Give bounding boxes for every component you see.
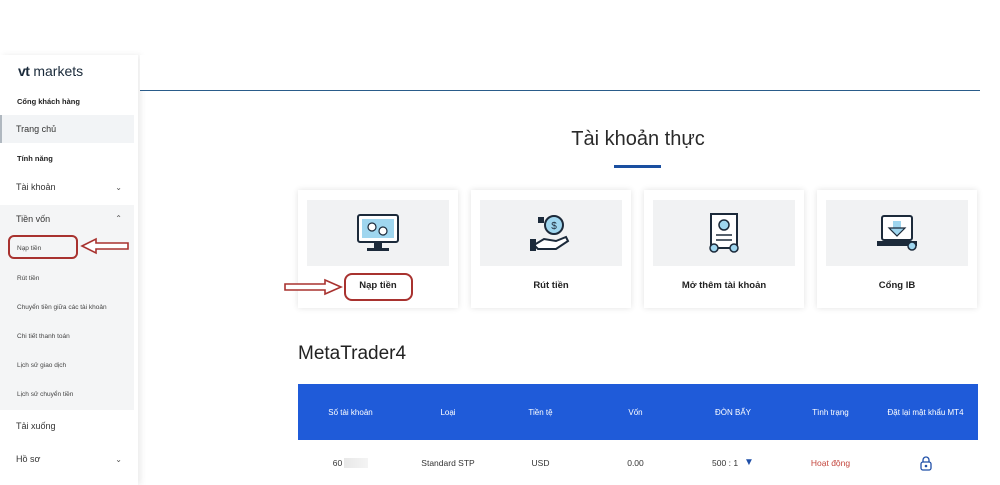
sidebar: vt markets Cổng khách hàng Trang chủ Tín…	[0, 55, 138, 485]
page-title: Tài khoản thực	[571, 128, 705, 150]
column-header[interactable]: Vốn	[588, 384, 683, 440]
chevron-down-icon: ⌄	[115, 182, 122, 192]
card-label: Rút tiền	[533, 280, 569, 291]
sidebar-item-label: Lịch sử giao dịch	[17, 361, 67, 369]
card-withdraw[interactable]: $ Rút tiền	[471, 190, 631, 308]
redacted-value	[344, 457, 369, 468]
sidebar-item-label: Tài khoản	[16, 182, 56, 192]
section-title-portal: Cổng khách hàng	[17, 97, 80, 106]
table-row: 60 Standard STP USD 0.00 500 : 1 ▼ Hoạt đ…	[298, 440, 978, 485]
sidebar-item-downloads[interactable]: Tải xuống	[0, 412, 134, 440]
card-ib-portal[interactable]: Cổng IB	[817, 190, 977, 308]
right-arrow-icon	[284, 278, 343, 296]
leverage-select[interactable]: 500 : 1 ▼	[683, 440, 783, 485]
sidebar-item-label: Tiền vốn	[16, 214, 51, 224]
monitor-deposit-icon	[357, 214, 399, 251]
account-type-cell: Standard STP	[421, 457, 475, 468]
column-header[interactable]: Số tài khoản	[298, 384, 403, 440]
card-open-account[interactable]: Mở thêm tài khoản	[644, 190, 804, 308]
highlight-circle	[344, 273, 413, 301]
sidebar-item-profile[interactable]: Hồ sơ ⌄	[0, 445, 134, 473]
platform-title: MetaTrader4	[298, 343, 407, 364]
vt-markets-logo[interactable]: vt markets	[18, 63, 83, 79]
chevron-up-icon: ⌃	[115, 214, 122, 223]
highlight-circle	[8, 235, 78, 259]
document-open-account-icon	[709, 213, 739, 253]
svg-text:$: $	[551, 221, 557, 232]
sidebar-item-transfer-history[interactable]: Lịch sử chuyển tiền	[0, 381, 134, 407]
card-icon-area	[653, 200, 795, 266]
left-arrow-icon	[80, 237, 129, 255]
sidebar-item-trade-history[interactable]: Lịch sử giao dịch	[0, 352, 134, 378]
status-cell: Hoạt động	[810, 457, 851, 468]
section-title-features: Tính năng	[17, 154, 53, 163]
sidebar-item-label: Tải xuống	[16, 421, 56, 431]
sidebar-item-label: Hồ sơ	[16, 454, 41, 464]
sidebar-item-account[interactable]: Tài khoản ⌄	[0, 173, 134, 201]
card-label: Mở thêm tài khoản	[681, 280, 767, 291]
title-underline	[614, 165, 661, 168]
sidebar-item-label: Chi tiết thanh toán	[17, 332, 70, 340]
reset-password-cell	[883, 440, 968, 485]
column-header[interactable]: Đặt lại mật khẩu MT4	[883, 384, 968, 440]
card-label: Cổng IB	[878, 280, 916, 291]
card-icon-area	[307, 200, 449, 266]
column-header[interactable]: Loại	[403, 384, 493, 440]
sidebar-item-withdraw[interactable]: Rút tiền	[0, 265, 134, 291]
card-icon-area: $	[480, 200, 622, 266]
sidebar-item-label: Rút tiền	[17, 274, 40, 282]
lock-reset-icon[interactable]	[918, 455, 934, 471]
page: vt markets Cổng khách hàng Trang chủ Tín…	[0, 0, 1000, 485]
currency-cell: USD	[531, 457, 550, 468]
sidebar-item-label: Chuyển tiền giữa các tài khoản	[17, 303, 107, 311]
hand-coin-withdraw-icon: $	[530, 215, 570, 251]
table-header: Số tài khoản Loại Tiền tệ Vốn ĐÒN BẨY Tì…	[298, 384, 978, 440]
column-header[interactable]: Tiền tệ	[493, 384, 588, 440]
caret-down-icon[interactable]: ▼	[744, 457, 754, 468]
column-header[interactable]: ĐÒN BẨY	[683, 384, 783, 440]
sidebar-item-funds[interactable]: Tiền vốn ⌃	[0, 205, 134, 233]
sidebar-item-transfer[interactable]: Chuyển tiền giữa các tài khoản	[0, 294, 134, 320]
sidebar-item-payment-details[interactable]: Chi tiết thanh toán	[0, 323, 134, 349]
account-number-cell: 60	[298, 440, 403, 485]
sidebar-item-label: Lịch sử chuyển tiền	[17, 390, 74, 398]
chevron-down-icon: ⌄	[115, 454, 122, 464]
column-header[interactable]: Tình trạng	[783, 384, 878, 440]
balance-cell: 0.00	[627, 457, 644, 468]
card-icon-area	[826, 200, 968, 266]
header-divider	[140, 90, 980, 91]
laptop-download-ib-icon	[877, 215, 917, 251]
top-bar	[140, 55, 980, 90]
